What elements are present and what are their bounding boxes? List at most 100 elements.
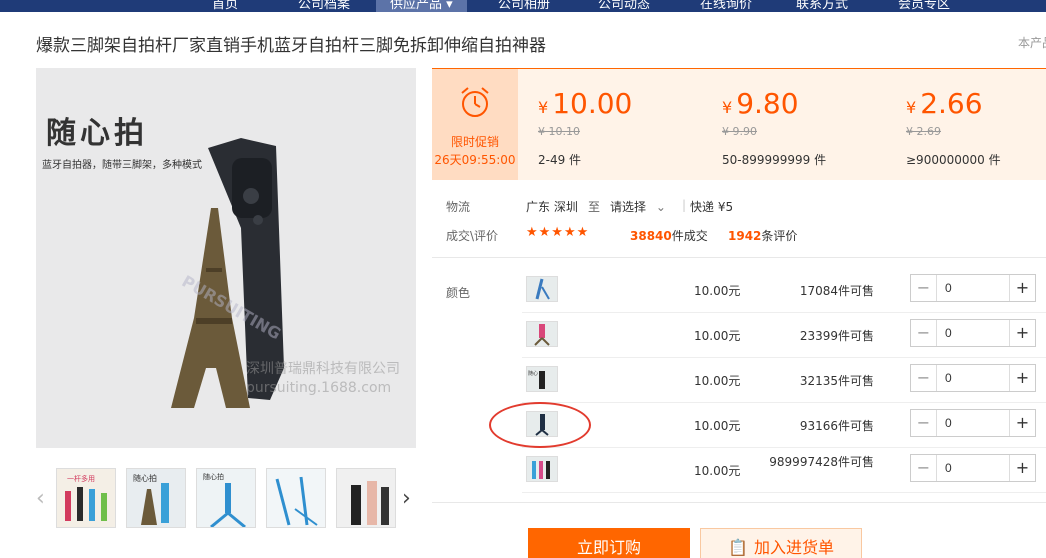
sku-stock: 23399件可售: [799, 329, 874, 343]
reviews-label: 成交\评价: [446, 229, 499, 243]
thumbnail-image: 随心拍: [197, 469, 255, 527]
sku-thumbnail-image: 随心: [528, 370, 545, 389]
thumbnail-image: 一杆多用: [57, 469, 115, 527]
tier-old-price: ¥ 10.10: [538, 125, 580, 138]
promo-block: 限时促销 26天09:55:00: [432, 69, 518, 180]
minus-button[interactable]: −: [911, 275, 937, 301]
sku-row: 10.00元 93166件可售 − +: [522, 403, 1046, 448]
quantity-stepper: − +: [910, 319, 1036, 347]
quantity-input[interactable]: [937, 455, 1009, 481]
nav-inquiry[interactable]: 在线询价: [700, 0, 752, 12]
thumbnail[interactable]: 一杆多用: [56, 468, 116, 528]
divider: [432, 502, 1046, 503]
product-side-note: 本产品: [1018, 36, 1046, 50]
sku-price: 10.00元: [694, 284, 741, 298]
thumbnail-image: 随心拍: [127, 469, 185, 527]
thumbnail-image: [337, 469, 395, 527]
destination-select[interactable]: 请选择 ⌄: [610, 198, 666, 215]
quantity-stepper: − +: [910, 364, 1036, 392]
chevron-down-icon: ▾: [446, 0, 453, 12]
sku-thumbnail-image: [534, 324, 550, 346]
thumbnail-image: [267, 469, 325, 527]
sku-price: 10.00元: [694, 374, 741, 388]
sku-thumbnail[interactable]: [526, 276, 558, 302]
logistics-origin: 广东 深圳: [526, 200, 578, 214]
divider: [432, 257, 1046, 258]
image-watermark-company: 深圳普瑞鼎科技有限公司: [246, 361, 400, 377]
sku-stock: 989997428件可售: [769, 455, 874, 469]
plus-button[interactable]: +: [1009, 320, 1035, 346]
svg-text:一杆多用: 一杆多用: [67, 474, 95, 483]
sku-thumbnail-image: [532, 461, 550, 479]
nav-news[interactable]: 公司动态: [598, 0, 650, 12]
svg-text:随心拍: 随心拍: [203, 472, 224, 481]
plus-button[interactable]: +: [1009, 275, 1035, 301]
sku-thumbnail[interactable]: [526, 321, 558, 347]
svg-text:随心拍: 随心拍: [133, 473, 157, 483]
plus-button[interactable]: +: [1009, 365, 1035, 391]
minus-button[interactable]: −: [911, 320, 937, 346]
sku-stock: 17084件可售: [799, 284, 874, 298]
sku-row: 10.00元 17084件可售 − +: [522, 268, 1046, 313]
quantity-input[interactable]: [937, 275, 1009, 301]
thumb-prev-chevron-icon[interactable]: ‹: [36, 486, 45, 511]
destination-value: 请选择: [610, 200, 647, 214]
image-watermark-url: pursuiting.1688.com: [246, 380, 392, 396]
reviews-count[interactable]: 1942条评价: [728, 227, 797, 244]
product-title: 爆款三脚架自拍杆厂家直销手机蓝牙自拍杆三脚免拆卸伸缩自拍神器: [36, 36, 546, 56]
thumbnail[interactable]: [336, 468, 396, 528]
sku-thumbnail[interactable]: [526, 456, 558, 482]
thumbnail[interactable]: 随心拍: [126, 468, 186, 528]
sku-stock: 32135件可售: [799, 374, 874, 388]
color-label: 颜色: [446, 286, 471, 300]
nav-contact[interactable]: 联系方式: [796, 0, 848, 12]
svg-text:随心: 随心: [528, 370, 538, 377]
quantity-input[interactable]: [937, 365, 1009, 391]
quantity-stepper: − +: [910, 274, 1036, 302]
quantity-input[interactable]: [937, 410, 1009, 436]
top-nav: 首页 公司档案 供应产品 ▾ 公司相册 公司动态 在线询价 联系方式 会员专区: [0, 0, 1046, 12]
minus-button[interactable]: −: [911, 410, 937, 436]
minus-button[interactable]: −: [911, 455, 937, 481]
rating-stars-icon: ★★★★★: [526, 225, 590, 240]
thumb-next-chevron-icon[interactable]: ›: [402, 486, 411, 511]
alarm-clock-icon: [461, 87, 489, 117]
add-to-cart-button[interactable]: 📋 加入进货单: [700, 528, 862, 558]
nav-products[interactable]: 供应产品 ▾: [376, 0, 467, 12]
thumbnail[interactable]: 随心拍: [196, 468, 256, 528]
deals-count[interactable]: 38840件成交: [630, 227, 708, 244]
nav-company-profile[interactable]: 公司档案: [298, 0, 350, 12]
plus-button[interactable]: +: [1009, 410, 1035, 436]
plus-button[interactable]: +: [1009, 455, 1035, 481]
tier-old-price: ¥ 2.69: [906, 125, 941, 138]
sku-price: 10.00元: [694, 329, 741, 343]
tier-quantity: ≥900000000 件: [906, 153, 1001, 167]
nav-photos[interactable]: 公司相册: [498, 0, 550, 12]
nav-home[interactable]: 首页: [212, 0, 238, 12]
logistics-to: 至: [588, 200, 601, 214]
sku-price: 10.00元: [694, 464, 741, 478]
product-main-image[interactable]: 随心拍 蓝牙自拍器，随带三脚架，多种模式 PURSUITING 深圳普瑞鼎科技有…: [36, 68, 416, 448]
chevron-down-icon: ⌄: [655, 200, 666, 214]
tier-price: ¥9.80: [722, 87, 799, 120]
tier-price: ¥2.66: [906, 87, 983, 120]
quantity-stepper: − +: [910, 409, 1036, 437]
quantity-input[interactable]: [937, 320, 1009, 346]
separator: |: [682, 198, 687, 212]
add-to-cart-label: 加入进货单: [753, 538, 834, 557]
nav-members[interactable]: 会员专区: [898, 0, 950, 12]
tier-old-price: ¥ 9.90: [722, 125, 757, 138]
promo-countdown: 26天09:55:00: [434, 153, 516, 167]
sku-row: 随心 10.00元 32135件可售 − +: [522, 358, 1046, 403]
sku-thumbnail[interactable]: 随心: [526, 366, 558, 392]
order-now-button[interactable]: 立即订购: [528, 528, 690, 558]
shipping-fee: 快递 ¥5: [690, 200, 734, 214]
price-box: 限时促销 26天09:55:00 ¥10.00 ¥ 10.10 2-49 件 ¥…: [432, 68, 1046, 180]
sku-thumbnail-image: [535, 278, 550, 300]
logistics-label: 物流: [446, 200, 471, 214]
tier-quantity: 2-49 件: [538, 153, 582, 167]
minus-button[interactable]: −: [911, 365, 937, 391]
thumbnail[interactable]: [266, 468, 326, 528]
sku-price: 10.00元: [694, 419, 741, 433]
sku-stock: 93166件可售: [799, 419, 874, 433]
